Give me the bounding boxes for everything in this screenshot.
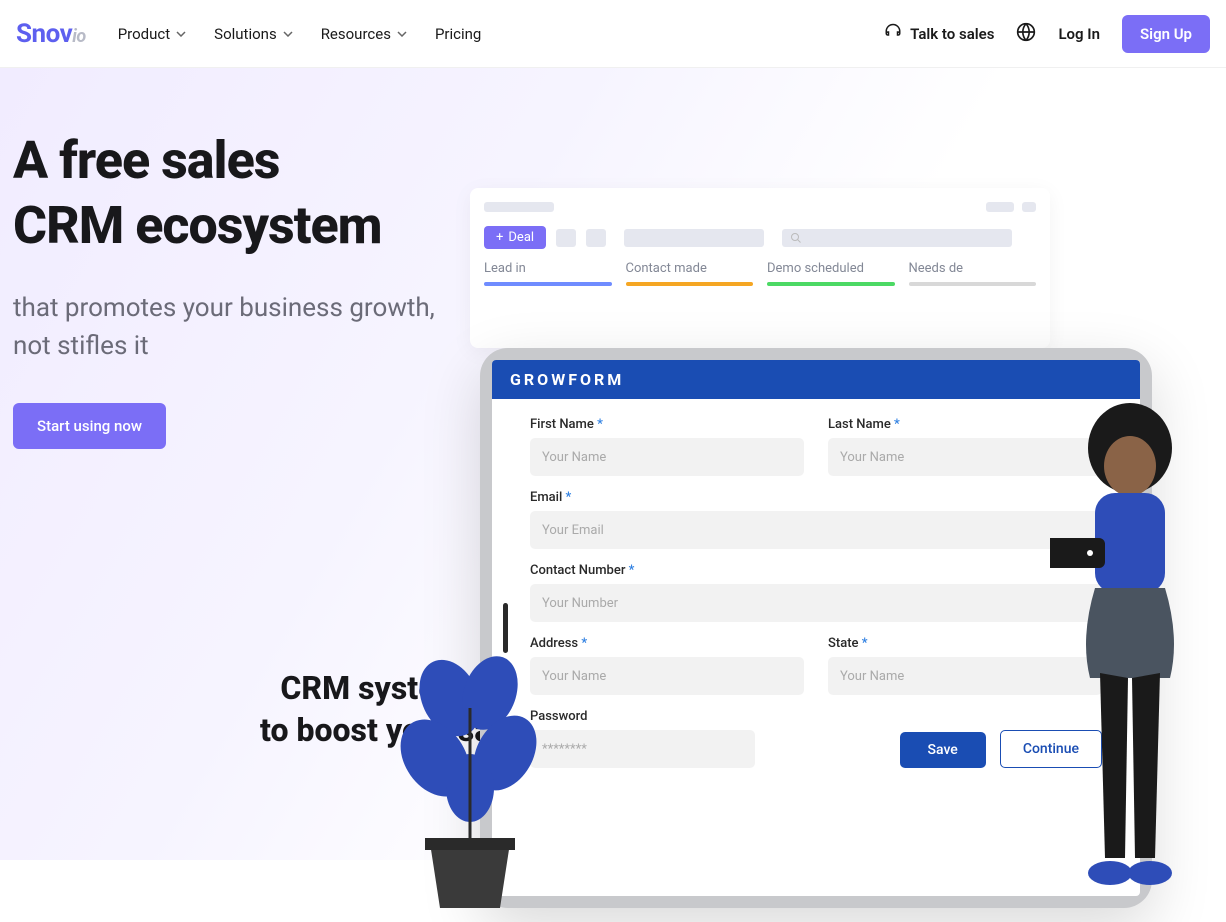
password-input[interactable] [530, 730, 755, 768]
crm-column-needs: Needs de [909, 261, 1037, 286]
crm-column-contact-made: Contact made [626, 261, 754, 286]
deal-button[interactable]: +Deal [484, 226, 546, 249]
crm-column-lead-in: Lead in [484, 261, 612, 286]
address-label: Address * [530, 636, 804, 651]
nav: Product Solutions Resources Pricing [118, 25, 482, 43]
search-icon [790, 232, 802, 244]
logo[interactable]: Snovio [16, 19, 86, 49]
start-using-button[interactable]: Start using now [13, 403, 166, 449]
hero-section: A free sales CRM ecosystem that promotes… [0, 68, 1226, 860]
plant-illustration [380, 648, 560, 918]
tablet-home-button [503, 603, 508, 653]
chevron-down-icon [283, 29, 293, 39]
header: Snovio Product Solutions Resources Prici… [0, 0, 1226, 68]
contact-label: Contact Number * [530, 563, 1102, 578]
login-link[interactable]: Log In [1058, 25, 1100, 43]
header-actions: Talk to sales Log In Sign Up [884, 15, 1210, 53]
save-button[interactable]: Save [900, 732, 986, 768]
address-input[interactable] [530, 657, 804, 695]
first-name-label: First Name * [530, 417, 804, 432]
headset-icon [884, 23, 902, 45]
first-name-input[interactable] [530, 438, 804, 476]
contact-input[interactable] [530, 584, 1102, 622]
email-input[interactable] [530, 511, 1102, 549]
chevron-down-icon [176, 29, 186, 39]
globe-icon[interactable] [1016, 22, 1036, 46]
nav-resources[interactable]: Resources [321, 25, 407, 43]
nav-product[interactable]: Product [118, 25, 186, 43]
password-label: Password [530, 709, 755, 724]
chevron-down-icon [397, 29, 407, 39]
crm-preview: +Deal Lead in Contact made Demo schedule… [470, 188, 1050, 348]
form-title: GROWFORM [492, 360, 1140, 399]
crm-column-demo-scheduled: Demo scheduled [767, 261, 895, 286]
nav-solutions[interactable]: Solutions [214, 25, 293, 43]
person-illustration [1050, 398, 1210, 918]
signup-button[interactable]: Sign Up [1122, 15, 1210, 53]
email-label: Email * [530, 490, 1102, 505]
nav-pricing[interactable]: Pricing [435, 25, 481, 43]
talk-to-sales[interactable]: Talk to sales [884, 23, 994, 45]
